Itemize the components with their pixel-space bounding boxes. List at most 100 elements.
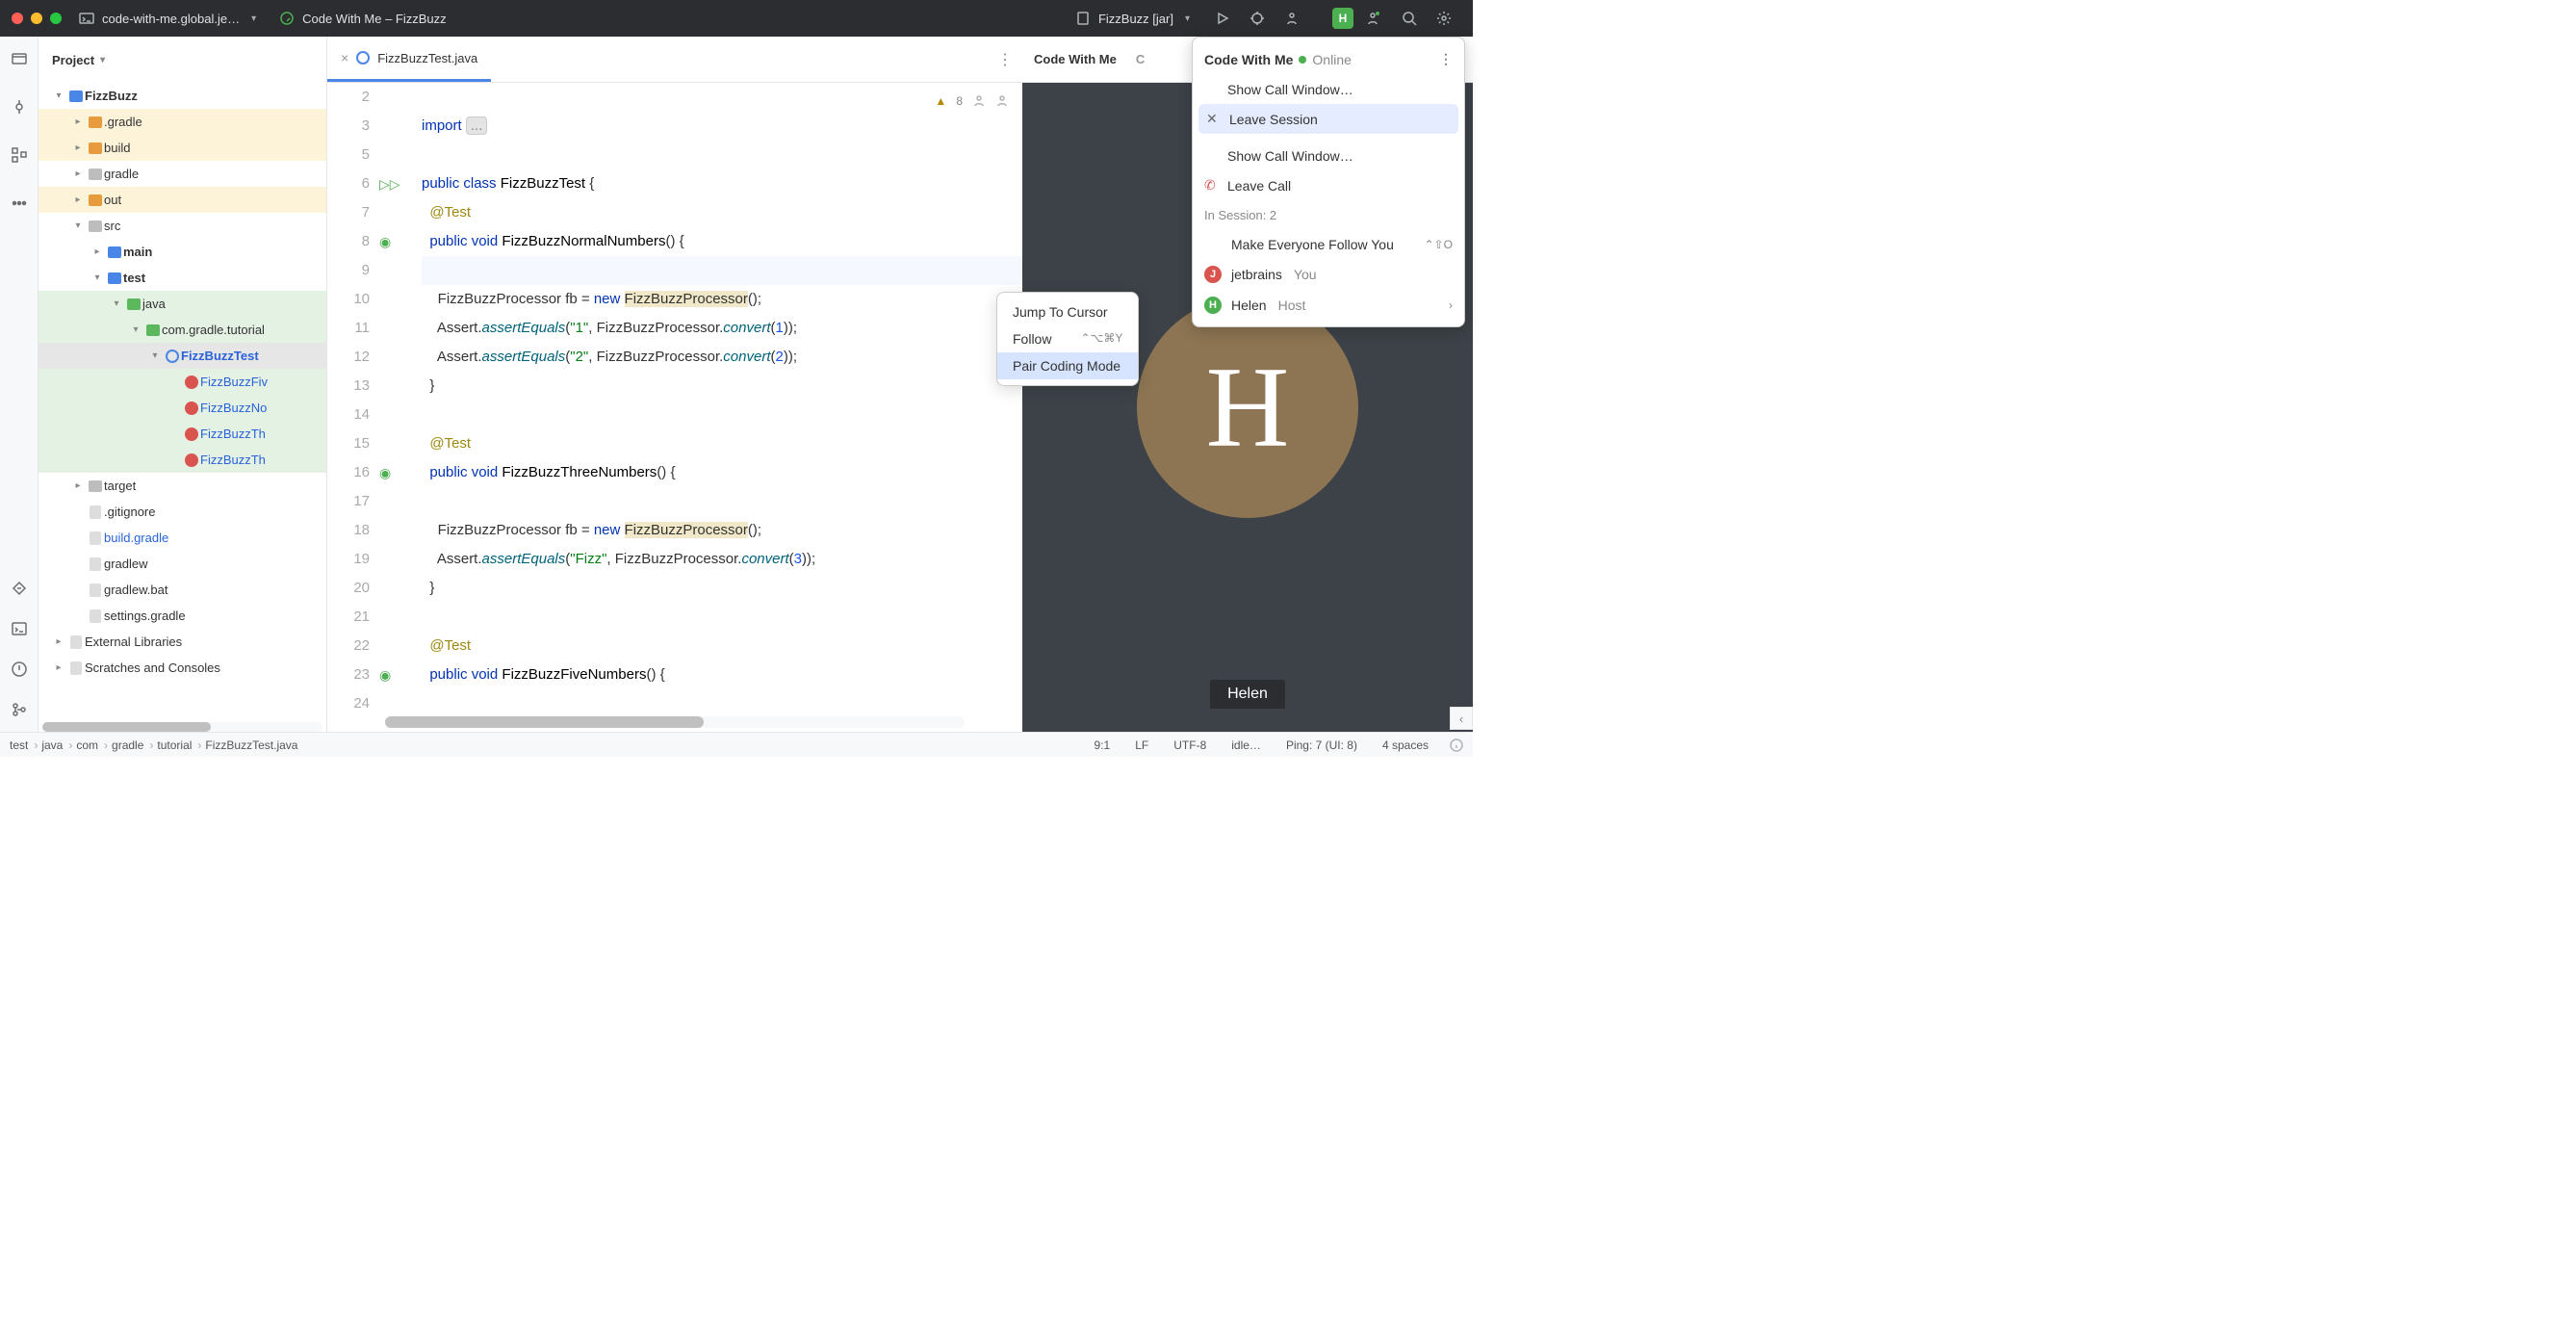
tree-row[interactable]: FizzBuzzNo bbox=[39, 395, 326, 421]
editor-inspections[interactable]: ▲ 8 bbox=[935, 87, 1009, 116]
gutter-icon-slot[interactable]: ◉ bbox=[379, 227, 418, 256]
code-line[interactable]: @Test bbox=[422, 198, 1022, 227]
gutter-icon-slot[interactable]: ▷▷ bbox=[379, 169, 418, 198]
gutter-icon-slot[interactable] bbox=[379, 285, 418, 314]
gutter-icon-slot[interactable] bbox=[379, 141, 418, 169]
code-line[interactable]: public void FizzBuzzFiveNumbers() { bbox=[422, 660, 1022, 689]
editor-tab[interactable]: × FizzBuzzTest.java bbox=[327, 37, 491, 82]
chevron-icon[interactable]: ▾ bbox=[50, 91, 67, 101]
tree-row[interactable]: gradlew bbox=[39, 551, 326, 577]
line-number[interactable]: 23 bbox=[327, 660, 370, 689]
tree-row[interactable]: ▾com.gradle.tutorial bbox=[39, 317, 326, 343]
tree-row[interactable]: ▾src bbox=[39, 213, 326, 239]
context-menu-item[interactable]: Follow⌃⌥⌘Y bbox=[997, 325, 1138, 352]
vcs-tool-icon[interactable] bbox=[11, 701, 28, 718]
chevron-icon[interactable]: ▸ bbox=[69, 194, 87, 205]
close-tab-icon[interactable]: × bbox=[341, 50, 348, 65]
chevron-icon[interactable]: ▾ bbox=[108, 298, 125, 309]
indent-status[interactable]: 4 spaces bbox=[1373, 738, 1438, 752]
chevron-icon[interactable]: ▾ bbox=[69, 220, 87, 231]
line-number[interactable]: 19 bbox=[327, 545, 370, 574]
gutter-icon-slot[interactable] bbox=[379, 401, 418, 429]
coverage-icon[interactable] bbox=[1284, 11, 1300, 26]
dropdown-more-icon[interactable]: ⋮ bbox=[1439, 51, 1453, 67]
run-config-selector[interactable]: FizzBuzz [jar] bbox=[1075, 11, 1190, 26]
tree-row[interactable]: ▾test bbox=[39, 265, 326, 291]
code-line[interactable] bbox=[422, 141, 1022, 169]
code-line[interactable]: @Test bbox=[422, 632, 1022, 660]
status-info-icon[interactable] bbox=[1450, 738, 1463, 752]
chevron-icon[interactable]: ▾ bbox=[127, 324, 144, 335]
line-number[interactable]: 8 bbox=[327, 227, 370, 256]
search-icon[interactable] bbox=[1402, 11, 1417, 26]
breadcrumb-item[interactable]: test bbox=[10, 738, 38, 752]
tree-row[interactable]: ▸out bbox=[39, 187, 326, 213]
chevron-icon[interactable]: ▸ bbox=[69, 142, 87, 153]
project-tree[interactable]: ▾FizzBuzz▸.gradle▸build▸gradle▸out▾src▸m… bbox=[39, 83, 326, 716]
code-line[interactable]: import ... bbox=[422, 112, 1022, 141]
line-number[interactable]: 3 bbox=[327, 112, 370, 141]
gutter-icon-slot[interactable] bbox=[379, 545, 418, 574]
dropdown-item[interactable]: ✆Leave Call bbox=[1193, 170, 1464, 200]
line-number[interactable]: 15 bbox=[327, 429, 370, 458]
chevron-icon[interactable]: ▸ bbox=[50, 662, 67, 673]
code-line[interactable] bbox=[422, 401, 1022, 429]
gutter-icon-slot[interactable] bbox=[379, 256, 418, 285]
tree-row[interactable]: ▾FizzBuzz bbox=[39, 83, 326, 109]
structure-tool-icon[interactable] bbox=[11, 146, 28, 164]
gutter-icon-slot[interactable] bbox=[379, 314, 418, 343]
code-line[interactable]: public class FizzBuzzTest { bbox=[422, 169, 1022, 198]
line-number[interactable]: 7 bbox=[327, 198, 370, 227]
coverage-gutter-icon[interactable]: ◉ bbox=[379, 667, 391, 683]
breadcrumb-item[interactable]: FizzBuzzTest.java bbox=[205, 738, 303, 752]
code-line[interactable]: FizzBuzzProcessor fb = new FizzBuzzProce… bbox=[422, 285, 1022, 314]
tree-row[interactable]: .gitignore bbox=[39, 499, 326, 525]
editor-hscroll[interactable] bbox=[385, 716, 965, 728]
gutter-icon-slot[interactable] bbox=[379, 603, 418, 632]
line-number[interactable]: 20 bbox=[327, 574, 370, 603]
project-tool-icon[interactable] bbox=[11, 50, 28, 67]
chevron-icon[interactable]: ▸ bbox=[89, 246, 106, 257]
line-sep[interactable]: LF bbox=[1125, 738, 1158, 752]
tab-more-icon[interactable]: ⋮ bbox=[988, 37, 1022, 82]
code-line[interactable] bbox=[422, 689, 1022, 716]
tree-row[interactable]: ▸build bbox=[39, 135, 326, 161]
gutter-icon-slot[interactable] bbox=[379, 198, 418, 227]
line-number[interactable]: 10 bbox=[327, 285, 370, 314]
code-line[interactable] bbox=[422, 83, 1022, 112]
line-number[interactable]: 21 bbox=[327, 603, 370, 632]
code-line[interactable]: public void FizzBuzzNormalNumbers() { bbox=[422, 227, 1022, 256]
chevron-icon[interactable]: ▸ bbox=[69, 117, 87, 127]
user-avatar[interactable]: H bbox=[1332, 8, 1353, 29]
gutter-icon-slot[interactable] bbox=[379, 574, 418, 603]
code-line[interactable]: Assert.assertEquals("1", FizzBuzzProcess… bbox=[422, 314, 1022, 343]
chevron-icon[interactable]: ▾ bbox=[146, 350, 164, 361]
chevron-icon[interactable]: ▸ bbox=[50, 636, 67, 647]
close-window-button[interactable] bbox=[12, 13, 23, 24]
line-number[interactable]: 22 bbox=[327, 632, 370, 660]
caret-pos[interactable]: 9:1 bbox=[1085, 738, 1121, 752]
tree-row[interactable]: FizzBuzzFiv bbox=[39, 369, 326, 395]
code-line[interactable]: } bbox=[422, 372, 1022, 401]
tree-row[interactable]: ▾java bbox=[39, 291, 326, 317]
terminal-tool-icon[interactable] bbox=[11, 620, 28, 637]
make-follow-item[interactable]: Make Everyone Follow You ⌃⇧O bbox=[1193, 230, 1464, 259]
more-tool-icon[interactable] bbox=[11, 194, 28, 212]
tree-row[interactable]: ▸gradle bbox=[39, 161, 326, 187]
cwm-tab[interactable]: Code With Me bbox=[1034, 37, 1117, 82]
gutter-icon-slot[interactable] bbox=[379, 343, 418, 372]
gutter-icon-slot[interactable] bbox=[379, 689, 418, 716]
breadcrumbs[interactable]: testjavacomgradletutorialFizzBuzzTest.ja… bbox=[10, 738, 303, 752]
dropdown-item[interactable]: ✕Leave Session bbox=[1198, 104, 1458, 134]
problems-tool-icon[interactable] bbox=[11, 660, 28, 678]
code-line[interactable]: } bbox=[422, 574, 1022, 603]
gutter-icon-slot[interactable] bbox=[379, 487, 418, 516]
code-line[interactable]: Assert.assertEquals("2", FizzBuzzProcess… bbox=[422, 343, 1022, 372]
code-line[interactable]: FizzBuzzProcessor fb = new FizzBuzzProce… bbox=[422, 516, 1022, 545]
line-number[interactable]: 5 bbox=[327, 141, 370, 169]
debug-icon[interactable] bbox=[1249, 11, 1265, 26]
line-number[interactable]: 2 bbox=[327, 83, 370, 112]
commit-tool-icon[interactable] bbox=[11, 98, 28, 116]
line-number[interactable]: 14 bbox=[327, 401, 370, 429]
participant-row[interactable]: JjetbrainsYou bbox=[1193, 259, 1464, 290]
